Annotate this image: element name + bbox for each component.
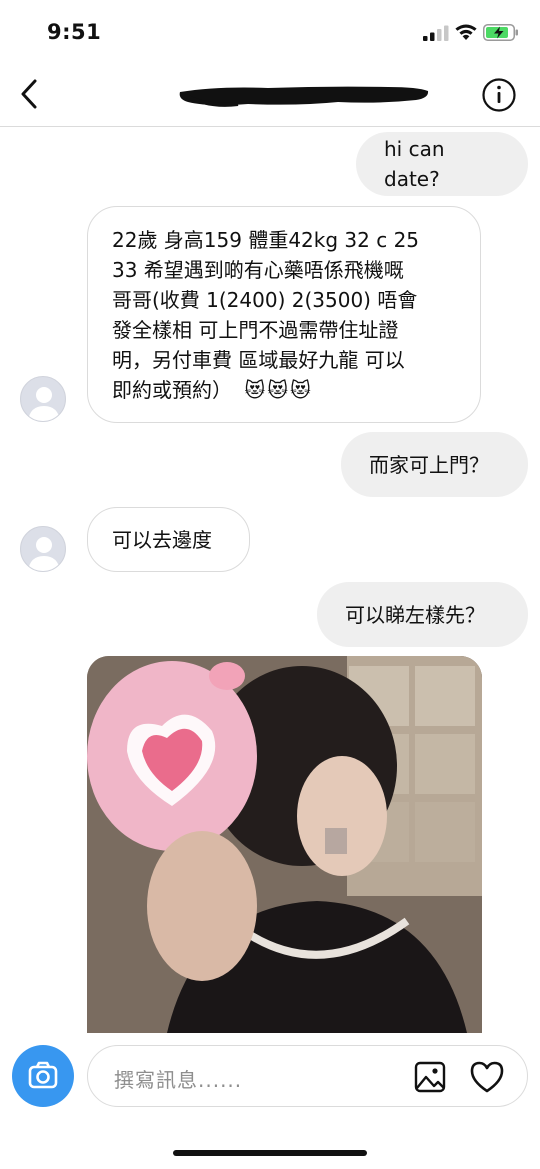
outgoing-message[interactable]: hi can date? [356,132,528,196]
default-avatar-icon [28,387,60,421]
incoming-message[interactable]: 22歲 身高159 體重42kg 32 c 25 33 希望遇到啲有心藥唔係飛機… [87,206,481,423]
home-indicator[interactable] [173,1150,367,1156]
outgoing-message[interactable]: 可以睇左樣先？ [317,582,528,647]
message-line: 明，另付車費 區域最好九龍 可以 [112,348,405,372]
battery-charging-icon [483,24,518,41]
status-bar: 9:51 [0,0,540,62]
image-icon[interactable] [414,1061,446,1093]
message-text: 可以去邊度 [112,527,212,552]
redacted-username [179,86,429,107]
signal-icon [423,25,449,41]
photo-message[interactable] [87,656,482,1033]
message-line: 發全樣相 可上門不過需帶住址證 [112,318,399,342]
camera-icon [28,1061,58,1089]
camera-button[interactable] [12,1045,74,1107]
message-text: 可以睇左樣先？ [345,602,485,627]
info-icon[interactable] [481,77,517,113]
chevron-left-icon[interactable] [14,76,46,112]
incoming-message[interactable]: 可以去邊度 [87,507,250,572]
photo-image [87,656,482,1033]
message-line: 即約或預約） 😻😻😻 [112,375,456,405]
message-input[interactable]: 撰寫訊息...... [87,1045,528,1107]
wifi-icon [455,24,477,40]
heart-icon[interactable] [469,1060,505,1094]
chat-header [0,62,540,127]
avatar[interactable] [20,526,66,572]
message-line: 22歲 身高159 體重42kg 32 c 25 [112,228,420,252]
message-placeholder: 撰寫訊息...... [114,1068,243,1092]
message-line: 33 希望遇到啲有心藥唔係飛機嘅 [112,258,404,282]
message-line: 哥哥(收費 1(2400) 2(3500) 唔會 [112,288,418,312]
message-text: 而家可上門？ [369,452,489,477]
message-line-text: 即約或預約） [112,378,232,402]
message-text: hi can date? [384,137,445,191]
emoji-text: 😻😻😻 [244,378,313,402]
outgoing-message[interactable]: 而家可上門？ [341,432,528,497]
avatar[interactable] [20,376,66,422]
message-composer: 撰寫訊息...... [0,1033,540,1125]
status-time: 9:51 [47,20,102,44]
default-avatar-icon [28,537,60,571]
